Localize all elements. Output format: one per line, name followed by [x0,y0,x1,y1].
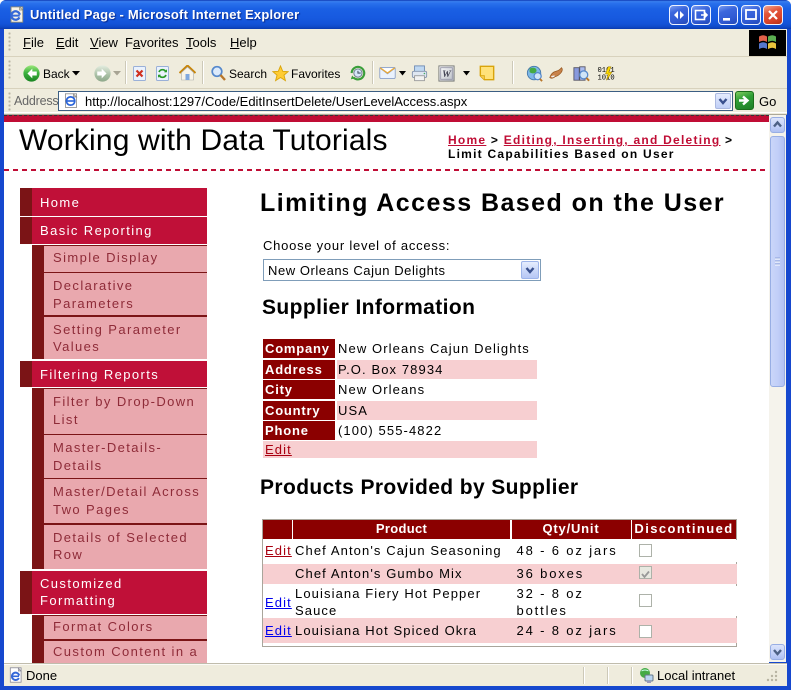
svg-text:1010: 1010 [598,74,615,82]
svg-text:W: W [442,69,452,80]
